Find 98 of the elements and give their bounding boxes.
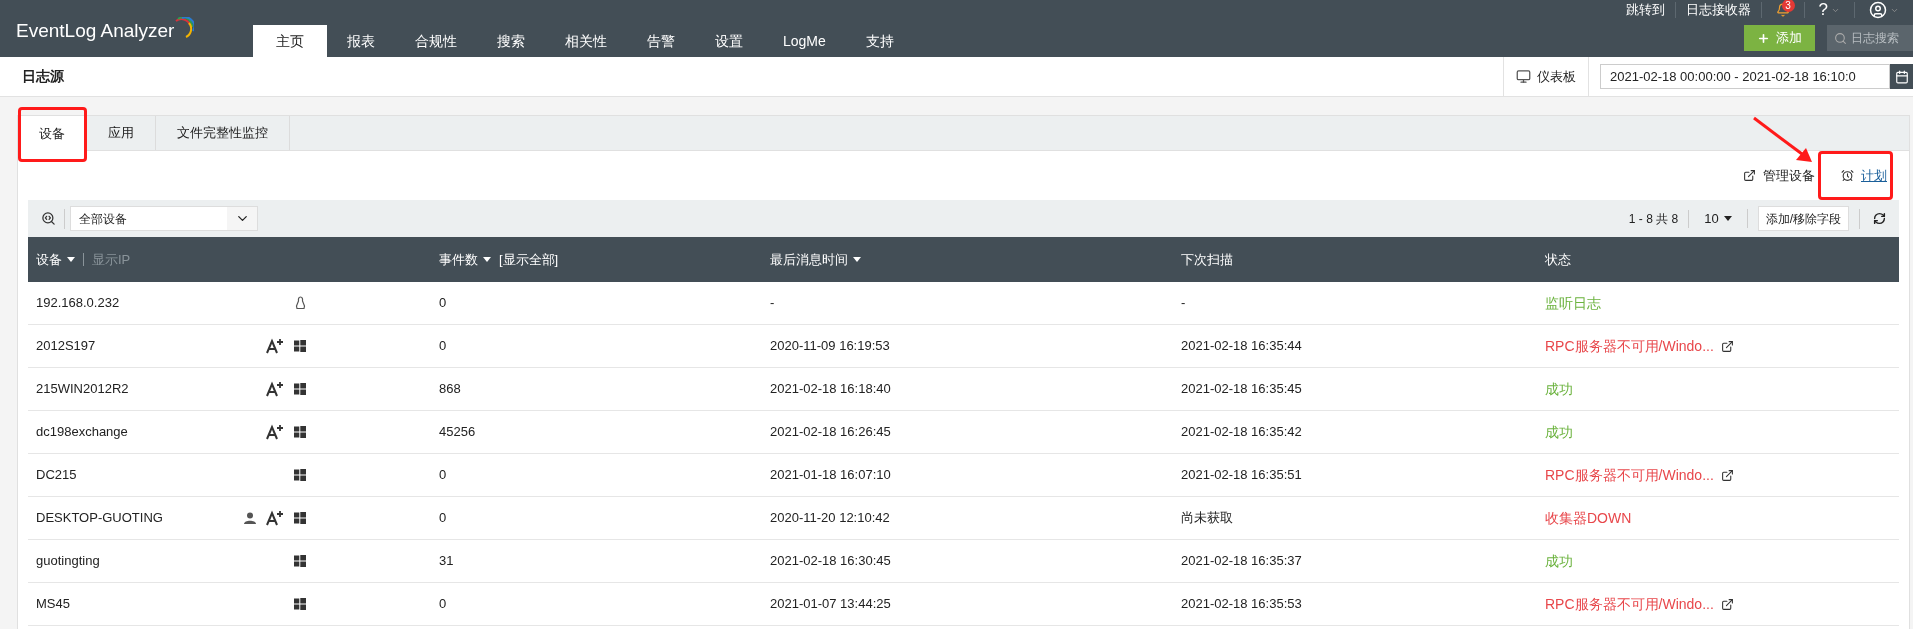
tab[interactable]: 文件完整性监控: [156, 116, 290, 150]
search-filter-icon[interactable]: [41, 211, 56, 226]
schedule-link[interactable]: 计划: [1841, 165, 1887, 186]
external-link-icon[interactable]: [1720, 597, 1734, 611]
last-message-time: 2020-11-20 12:10:42: [770, 510, 890, 526]
last-message-time: 2020-11-09 16:19:53: [770, 338, 890, 354]
event-count: 868: [439, 381, 461, 397]
table-row[interactable]: 215WIN2012R2 868 2021-02-18 16:18:40 2021-02-18 16:35:45 成功: [28, 368, 1899, 411]
next-scan-time: 2021-02-18 16:35:42: [1181, 424, 1302, 440]
pagination-range: 1 - 8 共 8: [1628, 209, 1690, 228]
status-text: RPC服务器不可用/Windo...: [1545, 465, 1714, 485]
page-size-select[interactable]: 10: [1689, 208, 1748, 229]
app-logo[interactable]: EventLog Analyzer: [16, 10, 195, 47]
tab[interactable]: 应用: [87, 116, 156, 150]
highlight-frame: [18, 107, 87, 162]
column-header[interactable]: 下次扫描: [1181, 249, 1233, 270]
column-header[interactable]: 设备: [36, 249, 75, 270]
nav-tab[interactable]: 搜索: [477, 25, 545, 57]
calendar-icon: [1894, 69, 1909, 84]
external-link-icon: [1743, 169, 1756, 182]
device-name[interactable]: 192.168.0.232: [36, 293, 196, 313]
next-scan-time: 尚未获取: [1181, 510, 1233, 526]
date-range-field[interactable]: 2021-02-18 00:00:00 - 2021-02-18 16:10:0: [1600, 64, 1890, 89]
last-message-time: 2021-02-18 16:18:40: [770, 381, 891, 397]
event-count: 0: [439, 467, 447, 483]
nav-tab[interactable]: 支持: [845, 25, 914, 57]
column-header[interactable]: 事件数: [439, 249, 491, 270]
next-scan-time: 2021-02-18 16:35:51: [1181, 467, 1302, 483]
next-scan-time: 2021-02-18 16:35:37: [1181, 553, 1302, 569]
external-link-icon[interactable]: [1720, 468, 1734, 482]
event-count: 0: [439, 510, 447, 526]
status-text: 监听日志: [1545, 293, 1601, 313]
refresh-icon: [1873, 212, 1886, 225]
column-header[interactable]: 最后消息时间: [770, 249, 861, 270]
device-name[interactable]: 2012S197: [36, 336, 196, 356]
top-link[interactable]: 跳转到: [1615, 2, 1676, 18]
plus-icon: [1757, 31, 1770, 45]
device-name[interactable]: guotingting: [36, 551, 196, 571]
device-name[interactable]: 215WIN2012R2: [36, 379, 196, 399]
caret-icon: [1723, 216, 1732, 221]
alarm-clock-icon: [1841, 169, 1854, 182]
notification-count: 3: [1781, 0, 1795, 12]
next-scan-time: -: [1181, 295, 1186, 311]
nav-tab[interactable]: LogMe: [763, 25, 846, 57]
help-button[interactable]: ?: [1818, 0, 1828, 23]
nav-tab[interactable]: 告警: [627, 25, 695, 57]
status-text: RPC服务器不可用/Windo...: [1545, 336, 1714, 356]
logo-text: EventLog Analyzer: [16, 19, 175, 44]
status-text: RPC服务器不可用/Windo...: [1545, 594, 1714, 614]
status-text: 成功: [1545, 551, 1573, 571]
nav-tab[interactable]: 报表: [327, 25, 395, 57]
show-all-link[interactable]: [显示全部]: [499, 249, 559, 270]
manage-devices-link[interactable]: 管理设备: [1743, 165, 1815, 186]
next-scan-time: 2021-02-18 16:35:44: [1181, 338, 1302, 354]
table-row[interactable]: 2012S197 0 2020-11-09 16:19:53 2021-02-18 16:35:44 RPC服务器不可用/Windo...: [28, 325, 1899, 368]
device-name[interactable]: DC215: [36, 465, 196, 485]
device-name[interactable]: dc198exchange: [36, 422, 196, 442]
event-count: 0: [439, 295, 447, 311]
status-text: 成功: [1545, 422, 1573, 442]
table-row[interactable]: DC215 0 2021-01-18 16:07:10 2021-02-18 16:35:51 RPC服务器不可用/Windo...: [28, 454, 1899, 497]
table-row[interactable]: MS45 0 2021-01-07 13:44:25 2021-02-18 16:35:53 RPC服务器不可用/Windo...: [28, 583, 1899, 626]
table-row[interactable]: DESKTOP-GUOTING 0 2020-11-20 12:10:42 尚未获取 收集器DOWN: [28, 497, 1899, 540]
page-title: 日志源: [21, 67, 65, 86]
nav-tab[interactable]: 主页: [253, 25, 327, 57]
next-scan-time: 2021-02-18 16:35:45: [1181, 381, 1302, 397]
logo-arcs-icon: [174, 16, 195, 39]
external-link-icon[interactable]: [1720, 339, 1734, 353]
calendar-button[interactable]: [1890, 64, 1913, 89]
event-count: 0: [439, 338, 447, 354]
last-message-time: -: [770, 295, 775, 311]
dashboard-button[interactable]: 仪表板: [1503, 56, 1589, 97]
last-message-time: 2021-02-18 16:26:45: [770, 424, 891, 440]
nav-tab[interactable]: 合规性: [395, 25, 477, 57]
status-text: 成功: [1545, 379, 1573, 399]
user-avatar-icon[interactable]: [1869, 1, 1887, 19]
status-text: 收集器DOWN: [1545, 508, 1632, 528]
column-header[interactable]: 状态: [1545, 249, 1571, 270]
table-row[interactable]: 192.168.0.232 0 - - 监听日志: [28, 282, 1899, 325]
bell-icon[interactable]: [1775, 3, 1790, 17]
table-row[interactable]: dc198exchange 45256 2021-02-18 16:26:45 2021-02-18 16:35:42 成功: [28, 411, 1899, 454]
event-count: 45256: [439, 424, 476, 440]
event-count: 0: [439, 596, 447, 612]
log-search-box[interactable]: 日志搜索: [1827, 25, 1913, 51]
pointer-arrow: [1752, 116, 1814, 164]
device-name[interactable]: DESKTOP-GUOTING: [36, 508, 196, 528]
columns-button[interactable]: 添加/移除字段: [1757, 206, 1849, 231]
last-message-time: 2021-02-18 16:30:45: [770, 553, 891, 569]
table-row[interactable]: guotingting 31 2021-02-18 16:30:45 2021-02-18 16:35:37 成功: [28, 540, 1899, 583]
event-count: 31: [439, 553, 454, 569]
nav-tab[interactable]: 相关性: [545, 25, 627, 57]
last-message-time: 2021-01-07 13:44:25: [770, 596, 891, 612]
device-name[interactable]: MS45: [36, 594, 196, 614]
device-filter-select[interactable]: 全部设备: [70, 206, 258, 231]
nav-tab[interactable]: 设置: [695, 25, 763, 57]
last-message-time: 2021-01-18 16:07:10: [770, 467, 891, 483]
top-link[interactable]: 日志接收器: [1675, 2, 1762, 18]
monitor-icon: [1516, 69, 1531, 84]
next-scan-time: 2021-02-18 16:35:53: [1181, 596, 1302, 612]
